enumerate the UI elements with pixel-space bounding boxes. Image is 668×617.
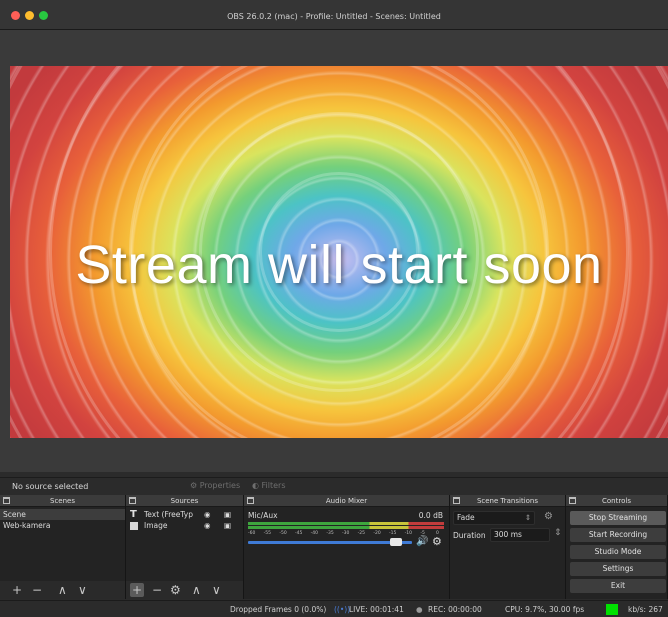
- remove-scene-button[interactable]: −: [32, 583, 42, 597]
- live-icon: ((•)): [334, 605, 351, 614]
- meter-scale-tick: -25: [357, 531, 366, 536]
- controls-header: Controls: [566, 495, 667, 507]
- move-source-up-button[interactable]: ∧: [192, 583, 201, 597]
- dock-float-icon[interactable]: [569, 497, 576, 504]
- exit-button[interactable]: Exit: [570, 579, 666, 593]
- chevron-updown-icon: ⇕: [524, 513, 531, 522]
- volume-slider-track[interactable]: [248, 541, 412, 544]
- source-toolbar: No source selected ⚙ Properties ◐ Filter…: [0, 477, 668, 495]
- transitions-header: Scene Transitions: [450, 495, 565, 507]
- visibility-eye-icon[interactable]: ◉: [204, 520, 211, 531]
- overlay-text: Stream will start soon: [75, 235, 603, 295]
- source-item[interactable]: Image ◉ ▣: [126, 520, 243, 531]
- meter-scale-tick: -45: [295, 531, 303, 536]
- volume-meter: [248, 522, 444, 525]
- dock-float-icon[interactable]: [247, 497, 254, 504]
- controls-dock: Controls Stop Streaming Start Recording …: [566, 495, 668, 599]
- meter-scale-tick: -15: [389, 531, 397, 536]
- remove-source-button[interactable]: −: [152, 583, 162, 597]
- stream-health-indicator: [606, 604, 618, 615]
- dropped-frames: Dropped Frames 0 (0.0%): [230, 605, 327, 614]
- scene-item[interactable]: Web-kamera: [0, 520, 125, 531]
- meter-scale-tick: -60: [248, 531, 256, 536]
- meter-scale-tick: -35: [326, 531, 334, 536]
- scenes-footer: + − ∧ ∨: [0, 581, 125, 599]
- filters-button[interactable]: ◐ Filters: [252, 481, 286, 490]
- dock-float-icon[interactable]: [453, 497, 460, 504]
- sources-header: Sources: [126, 495, 243, 507]
- meter-scale-tick: -10: [404, 531, 413, 536]
- mixer-header: Audio Mixer: [244, 495, 449, 507]
- transition-select[interactable]: Fade ⇕: [453, 511, 535, 525]
- cpu-fps: CPU: 9.7%, 30.00 fps: [505, 605, 585, 614]
- title-bar: OBS 26.0.2 (mac) - Profile: Untitled - S…: [0, 0, 668, 30]
- audio-mixer-dock: Audio Mixer Mic/Aux 0.0 dB -60 -55 -50 -45 -…: [244, 495, 450, 599]
- sources-footer: + − ⚙ ∧ ∨: [126, 581, 243, 599]
- start-recording-button[interactable]: Start Recording: [570, 528, 666, 542]
- move-scene-up-button[interactable]: ∧: [58, 583, 67, 597]
- add-scene-button[interactable]: +: [12, 583, 22, 597]
- dock-float-icon[interactable]: [129, 497, 136, 504]
- volume-meter: [248, 526, 444, 529]
- spin-stepper-icon[interactable]: ⇕: [554, 528, 562, 538]
- duration-input[interactable]: 300 ms: [490, 528, 550, 542]
- sources-dock: Sources T Text (FreeTyp ◉ ▣ Image ◉ ▣ + …: [126, 495, 244, 599]
- move-source-down-button[interactable]: ∨: [212, 583, 221, 597]
- lock-icon[interactable]: ▣: [224, 520, 231, 531]
- studio-mode-button[interactable]: Studio Mode: [570, 545, 666, 559]
- meter-scale: -60 -55 -50 -45 -40 -35 -30 -25 -20 -15 -10 -5 0: [248, 531, 444, 539]
- preview-area: Stream will start soon: [0, 30, 668, 472]
- rec-timer: REC: 00:00:00: [428, 605, 482, 614]
- visibility-eye-icon[interactable]: ◉: [204, 509, 211, 520]
- mixer-channel-name: Mic/Aux: [248, 511, 278, 520]
- move-scene-down-button[interactable]: ∨: [78, 583, 87, 597]
- text-source-icon: T: [130, 509, 137, 520]
- meter-scale-tick: -55: [263, 531, 272, 536]
- record-icon: ●: [416, 605, 423, 614]
- scene-transitions-dock: Scene Transitions Fade ⇕ ⚙ Duration 300 …: [450, 495, 566, 599]
- settings-button[interactable]: Settings: [570, 562, 666, 576]
- source-item[interactable]: T Text (FreeTyp ◉ ▣: [126, 509, 243, 520]
- window-title: OBS 26.0.2 (mac) - Profile: Untitled - S…: [227, 12, 441, 21]
- duration-label: Duration: [453, 531, 486, 540]
- live-timer: LIVE: 00:01:41: [349, 605, 404, 614]
- source-properties-button[interactable]: ⚙: [170, 583, 181, 597]
- status-bar: Dropped Frames 0 (0.0%) ((•)) LIVE: 00:0…: [0, 600, 668, 617]
- speaker-icon[interactable]: 🔊: [416, 536, 428, 547]
- lock-icon[interactable]: ▣: [224, 509, 231, 520]
- gear-icon: ⚙: [190, 481, 198, 490]
- add-source-button[interactable]: +: [130, 583, 144, 597]
- scenes-header: Scenes: [0, 495, 125, 507]
- meter-scale-tick: -30: [342, 531, 350, 536]
- gear-icon[interactable]: ⚙: [544, 511, 553, 522]
- meter-scale-tick: -20: [373, 531, 381, 536]
- meter-scale-tick: -40: [310, 531, 319, 536]
- source-status: No source selected: [12, 482, 89, 491]
- stop-streaming-button[interactable]: Stop Streaming: [570, 511, 666, 525]
- bitrate: kb/s: 267: [628, 605, 663, 614]
- volume-slider-handle[interactable]: [390, 538, 403, 546]
- dock-float-icon[interactable]: [3, 497, 10, 504]
- meter-scale-tick: -50: [279, 531, 287, 536]
- gear-icon[interactable]: ⚙: [432, 535, 442, 548]
- mixer-level: 0.0 dB: [418, 511, 443, 520]
- filter-icon: ◐: [252, 481, 259, 490]
- scenes-dock: Scenes Scene Web-kamera + − ∧ ∨: [0, 495, 126, 599]
- properties-button[interactable]: ⚙ Properties: [190, 481, 240, 490]
- preview-canvas[interactable]: Stream will start soon: [10, 66, 668, 438]
- scene-item[interactable]: Scene: [0, 509, 125, 520]
- image-source-icon: [130, 522, 138, 530]
